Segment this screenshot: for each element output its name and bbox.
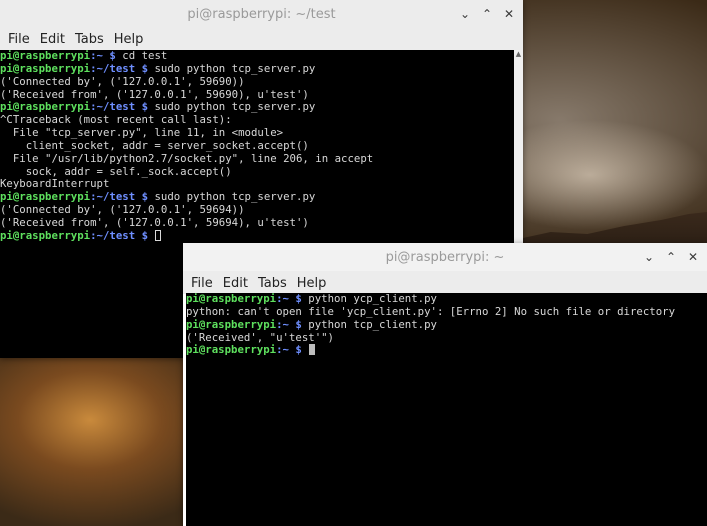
terminal-output[interactable]: pi@raspberrypi:~ $ python ycp_client.py p… bbox=[186, 293, 707, 526]
menu-file[interactable]: File bbox=[4, 32, 34, 47]
prompt-user: pi@raspberrypi bbox=[0, 100, 91, 114]
minimize-icon[interactable]: ⌄ bbox=[639, 247, 659, 267]
command-text: python ycp_client.py bbox=[301, 293, 437, 305]
output-text: ('Connected by', ('127.0.0.1', 59694)) bbox=[0, 203, 245, 217]
prompt-user: pi@raspberrypi bbox=[0, 228, 91, 242]
prompt-dollar: $ bbox=[288, 293, 302, 305]
prompt-dollar: $ bbox=[102, 50, 116, 62]
command-text: python tcp_client.py bbox=[301, 317, 437, 331]
menu-bar: File Edit Tabs Help bbox=[0, 28, 523, 50]
output-text: File "tcp_server.py", line 11, in <modul… bbox=[0, 126, 284, 140]
output-text: sock, addr = self._sock.accept() bbox=[0, 164, 232, 178]
window-controls: ⌄ ⌃ ✕ bbox=[455, 0, 519, 28]
output-text: ^CTraceback (most recent call last): bbox=[0, 113, 232, 127]
window-title: pi@raspberrypi: ~ bbox=[385, 249, 505, 265]
output-text: File "/usr/lib/python2.7/socket.py", lin… bbox=[0, 151, 374, 165]
terminal-line: pi@raspberrypi:~ $ bbox=[186, 343, 707, 357]
prompt-path: :~/test bbox=[90, 100, 136, 114]
command-text: sudo python tcp_server.py bbox=[148, 61, 316, 75]
prompt-dollar: $ bbox=[135, 228, 149, 242]
scroll-up-icon[interactable]: ▲ bbox=[514, 50, 523, 59]
output-text: ('Connected by', ('127.0.0.1', 59690)) bbox=[0, 74, 245, 88]
prompt-user: pi@raspberrypi bbox=[186, 293, 277, 305]
prompt-dollar: $ bbox=[288, 317, 302, 331]
close-icon[interactable]: ✕ bbox=[683, 247, 703, 267]
command-text: sudo python tcp_server.py bbox=[148, 190, 316, 204]
titlebar[interactable]: pi@raspberrypi: ~ ⌄ ⌃ ✕ bbox=[183, 243, 707, 271]
prompt-path: :~ bbox=[276, 343, 289, 357]
output-text: ('Received from', ('127.0.0.1', 59690), … bbox=[0, 87, 309, 101]
text-cursor bbox=[309, 344, 316, 356]
prompt-path: :~/test bbox=[90, 190, 136, 204]
menu-tabs[interactable]: Tabs bbox=[71, 32, 108, 47]
menu-edit[interactable]: Edit bbox=[36, 32, 69, 47]
menu-help[interactable]: Help bbox=[110, 32, 148, 47]
prompt-user: pi@raspberrypi bbox=[0, 50, 91, 62]
prompt-path: :~/test bbox=[90, 228, 136, 242]
command-text: sudo python tcp_server.py bbox=[148, 100, 316, 114]
prompt-path: :~ bbox=[90, 50, 103, 62]
prompt-path: :~ bbox=[276, 293, 289, 305]
output-text: client_socket, addr = server_socket.acce… bbox=[0, 138, 309, 152]
output-text: KeyboardInterrupt bbox=[0, 177, 110, 191]
prompt-user: pi@raspberrypi bbox=[186, 343, 277, 357]
maximize-icon[interactable]: ⌃ bbox=[661, 247, 681, 267]
output-text: ('Received from', ('127.0.0.1', 59694), … bbox=[0, 215, 309, 229]
titlebar[interactable]: pi@raspberrypi: ~/test ⌄ ⌃ ✕ bbox=[0, 0, 523, 28]
prompt-dollar: $ bbox=[135, 61, 149, 75]
menu-tabs[interactable]: Tabs bbox=[254, 276, 291, 291]
output-text: ('Received', "u'test'") bbox=[186, 330, 334, 344]
close-icon[interactable]: ✕ bbox=[499, 4, 519, 24]
prompt-user: pi@raspberrypi bbox=[186, 317, 277, 331]
prompt-user: pi@raspberrypi bbox=[0, 190, 91, 204]
window-controls: ⌄ ⌃ ✕ bbox=[639, 243, 703, 271]
prompt-user: pi@raspberrypi bbox=[0, 61, 91, 75]
command-text: cd test bbox=[115, 50, 168, 62]
text-cursor bbox=[155, 229, 162, 241]
menu-file[interactable]: File bbox=[187, 276, 217, 291]
prompt-dollar: $ bbox=[135, 190, 149, 204]
minimize-icon[interactable]: ⌄ bbox=[455, 4, 475, 24]
prompt-path: :~ bbox=[276, 317, 289, 331]
menu-help[interactable]: Help bbox=[293, 276, 331, 291]
output-text: python: can't open file 'ycp_client.py':… bbox=[186, 304, 676, 318]
command-text bbox=[302, 343, 308, 356]
prompt-path: :~/test bbox=[90, 61, 136, 75]
menu-edit[interactable]: Edit bbox=[219, 276, 252, 291]
window-title: pi@raspberrypi: ~/test bbox=[187, 6, 336, 22]
prompt-dollar: $ bbox=[288, 343, 302, 357]
prompt-dollar: $ bbox=[135, 100, 149, 114]
maximize-icon[interactable]: ⌃ bbox=[477, 4, 497, 24]
terminal-window-home[interactable]: pi@raspberrypi: ~ ⌄ ⌃ ✕ File Edit Tabs H… bbox=[183, 243, 707, 526]
terminal-line: pi@raspberrypi:~/test $ bbox=[0, 228, 514, 243]
menu-bar: File Edit Tabs Help bbox=[183, 271, 707, 294]
command-text bbox=[148, 229, 154, 242]
